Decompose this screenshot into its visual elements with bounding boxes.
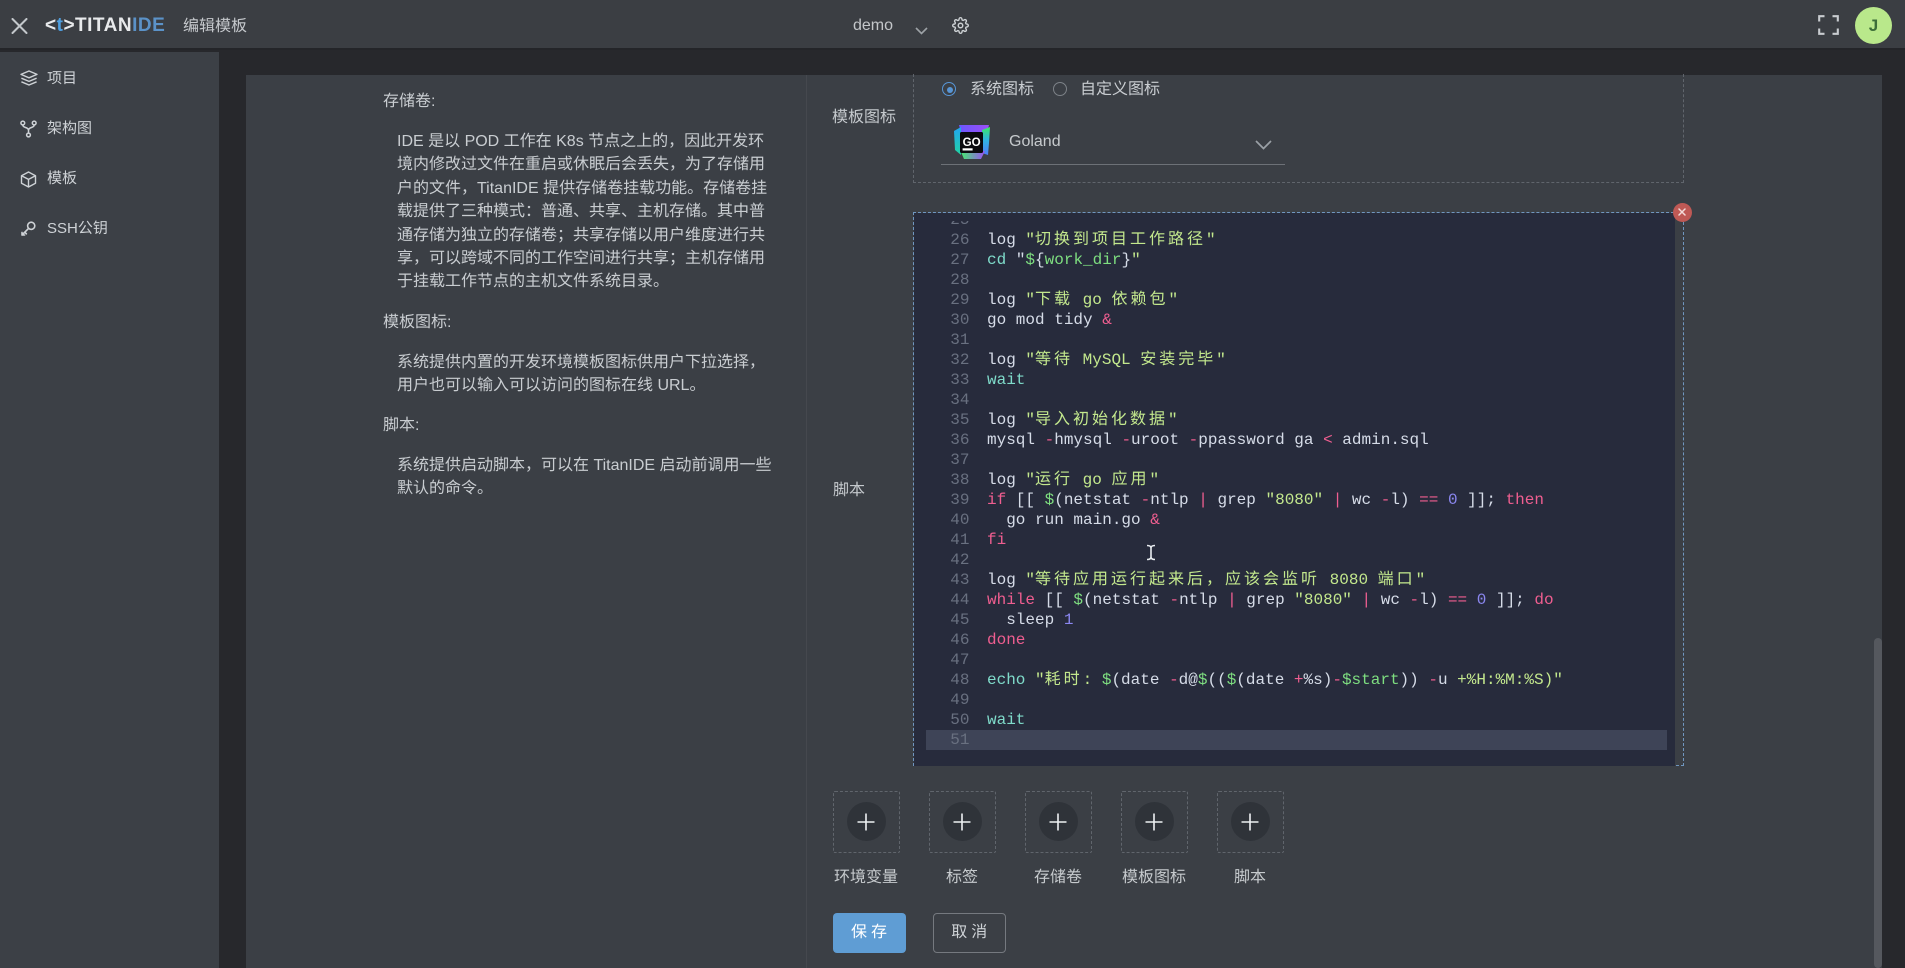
svg-text:GO: GO bbox=[963, 136, 981, 149]
